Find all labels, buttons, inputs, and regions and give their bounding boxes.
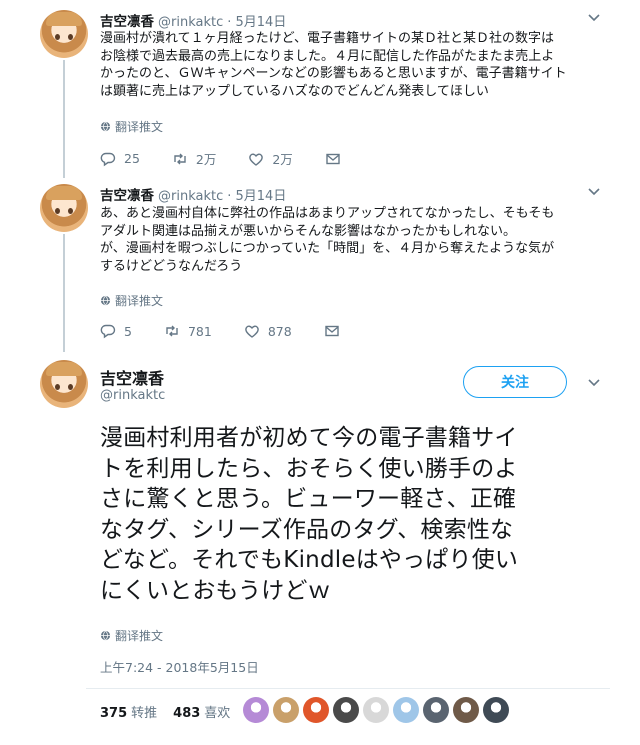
like-count: 2万 <box>272 152 293 167</box>
tweet-text: あ、あと漫画村自体に弊社の作品はあまりアップされてなかったし、そもそも アダルト… <box>100 206 555 274</box>
tweet-timestamp[interactable]: 上午7:24 - 2018年5月15日 <box>100 657 259 676</box>
tweet-stats: 375 转推 483 喜欢 <box>100 702 230 721</box>
translate-link[interactable]: 翻译推文 <box>100 118 163 135</box>
tweet-date[interactable]: · 5月14日 <box>227 189 286 204</box>
translate-label: 翻译推文 <box>115 629 164 643</box>
retweet-icon <box>166 325 178 337</box>
like-icon <box>249 153 264 166</box>
retweet-icon <box>174 153 186 164</box>
tweet-text-line: さに驚くと思う。ビューワー軽さ、正確 <box>100 486 517 512</box>
message-icon <box>326 153 340 164</box>
liker-avatar[interactable] <box>393 697 419 723</box>
tweet-actions: 25 2万 2万 <box>100 149 373 168</box>
liker-avatar[interactable] <box>303 697 329 723</box>
globe-icon <box>100 121 111 132</box>
tweet-text-line: トを利用したら、おそらく使い勝手のよ <box>100 455 518 482</box>
retweet-button[interactable]: 2万 <box>172 149 216 168</box>
likers-avatars <box>243 697 509 723</box>
retweets-stat-count: 375 <box>100 706 128 721</box>
tweet-actions: 5 781 878 <box>100 323 372 339</box>
avatar[interactable] <box>40 360 88 408</box>
translate-link[interactable]: 翻译推文 <box>100 292 163 309</box>
liker-avatar[interactable] <box>483 697 509 723</box>
thread-line-2 <box>63 234 65 352</box>
retweets-stat-label: 转推 <box>131 706 158 721</box>
tweet-text-line: 漫画村利用者が初めて今の電子書籍サイ <box>100 425 518 451</box>
translate-label: 翻译推文 <box>115 294 164 308</box>
divider <box>86 688 610 689</box>
translate-link[interactable]: 翻译推文 <box>100 627 163 644</box>
chevron-down-icon[interactable] <box>588 14 600 22</box>
thread-line-1 <box>63 60 65 178</box>
chevron-down-icon[interactable] <box>588 379 600 387</box>
retweet-button[interactable]: 781 <box>164 323 212 339</box>
tweet-text-line: なタグ、シリーズ作品のタグ、検索性な <box>100 516 514 543</box>
likes-stat-label: 喜欢 <box>204 706 231 721</box>
author-name[interactable]: 吉空凛香 <box>100 14 154 30</box>
retweets-stat[interactable]: 375 转推 <box>100 702 157 721</box>
author-handle[interactable]: @rinkaktc <box>158 15 223 30</box>
liker-avatar[interactable] <box>363 697 389 723</box>
globe-icon <box>100 630 111 641</box>
like-icon <box>244 325 259 338</box>
reply-icon <box>100 324 116 339</box>
follow-button[interactable]: 关注 <box>463 366 567 398</box>
chevron-down-icon[interactable] <box>588 188 600 196</box>
reply-icon <box>100 152 116 166</box>
retweet-count: 781 <box>187 323 212 339</box>
like-count: 878 <box>267 323 292 339</box>
message-icon <box>324 325 339 337</box>
retweet-count: 2万 <box>195 152 217 167</box>
author-name[interactable]: 吉空凛香 <box>100 188 154 204</box>
author-handle[interactable]: @rinkaktc <box>158 189 223 204</box>
liker-avatar[interactable] <box>423 697 449 723</box>
avatar[interactable] <box>40 10 88 58</box>
liker-avatar[interactable] <box>453 697 479 723</box>
liker-avatar[interactable] <box>273 697 299 723</box>
globe-icon <box>100 295 111 306</box>
reply-count: 25 <box>124 151 140 166</box>
likes-stat[interactable]: 483 喜欢 <box>173 702 230 721</box>
like-button[interactable]: 2万 <box>248 149 293 168</box>
reply-button[interactable]: 5 <box>100 323 132 339</box>
like-button[interactable]: 878 <box>244 323 292 339</box>
liker-avatar[interactable] <box>333 697 359 723</box>
tweet-text-line: にくいとおもうけどｗ <box>100 577 331 604</box>
message-button[interactable] <box>325 151 341 167</box>
tweet-text: 漫画村が潰れて１ヶ月経ったけど、電子書籍サイトの某Ｄ社と某Ｄ社の数字は お陰様で… <box>100 31 567 99</box>
likes-stat-count: 483 <box>173 706 201 721</box>
author-handle[interactable]: @rinkaktc <box>100 388 165 403</box>
reply-count: 5 <box>124 323 132 339</box>
tweet-text-line: どなど。それでもKindleはやっぱり使い <box>100 547 519 573</box>
author-name[interactable]: 吉空凛香 <box>100 365 164 389</box>
message-button[interactable] <box>324 323 340 339</box>
reply-button[interactable]: 25 <box>100 151 140 167</box>
avatar[interactable] <box>40 184 88 232</box>
main-tweet-text: 漫画村利用者が初めて今の電子書籍サイ トを利用したら、おそらく使い勝手のよ さに… <box>100 423 620 606</box>
tweet-date[interactable]: · 5月14日 <box>227 15 286 30</box>
liker-avatar[interactable] <box>243 697 269 723</box>
translate-label: 翻译推文 <box>115 120 164 134</box>
